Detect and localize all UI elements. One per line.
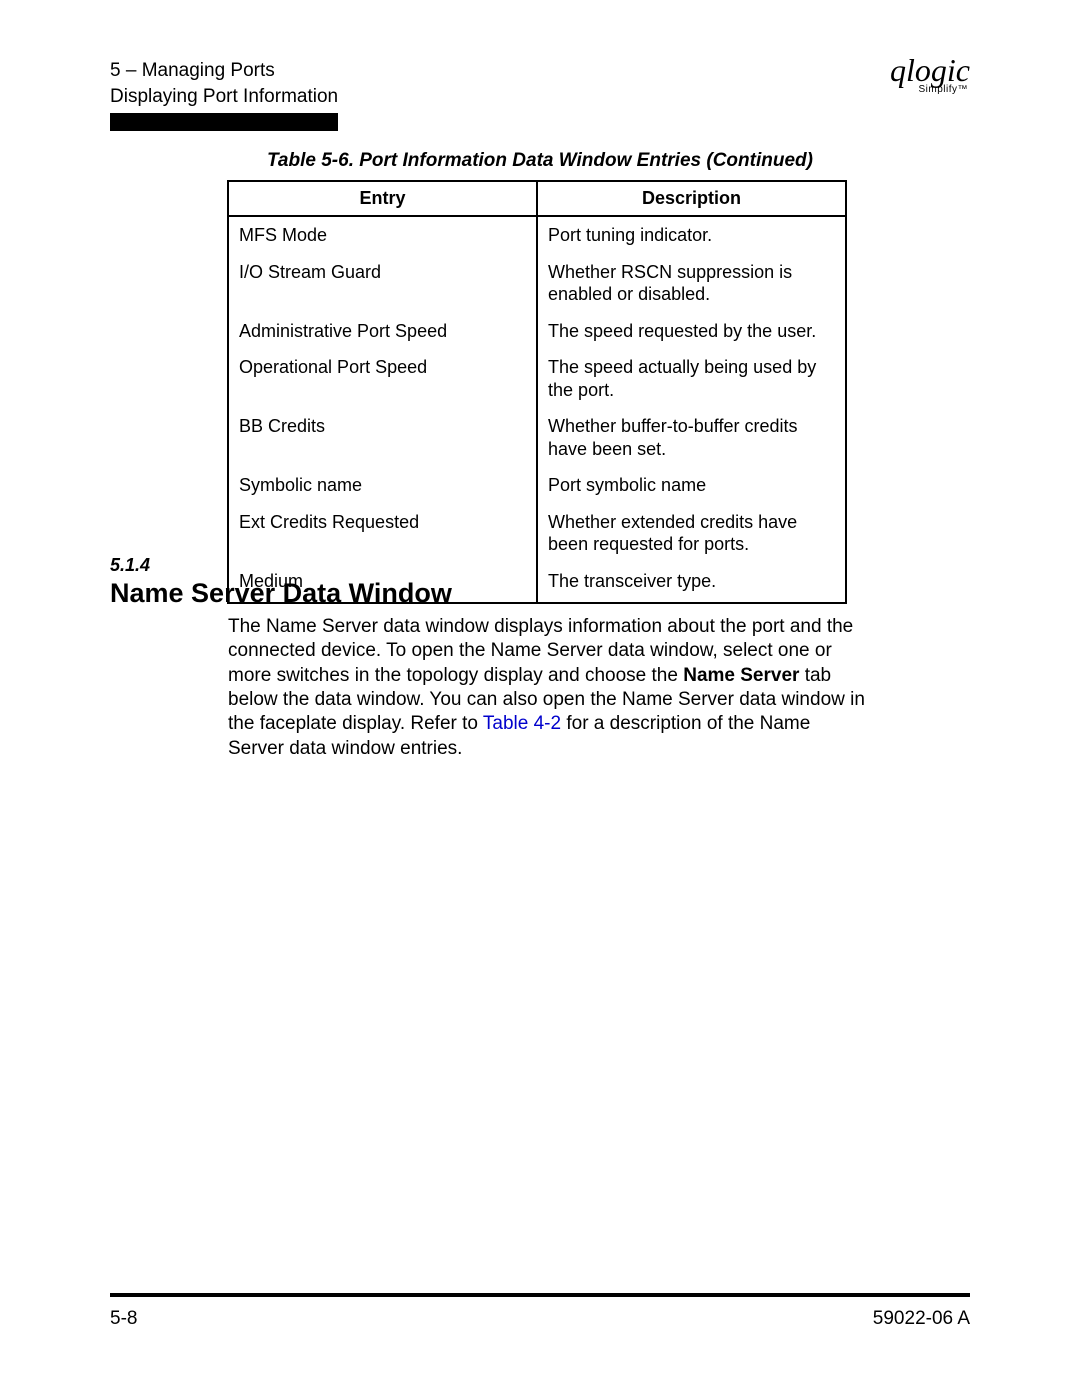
section-title: Name Server Data Window bbox=[110, 578, 865, 609]
header-subtitle: Displaying Port Information bbox=[110, 84, 970, 110]
table-cell-entry: Operational Port Speed bbox=[228, 349, 537, 408]
table-row: Symbolic name Port symbolic name bbox=[228, 467, 846, 504]
table-cell-entry: Administrative Port Speed bbox=[228, 313, 537, 350]
table-row: BB Credits Whether buffer-to-buffer cred… bbox=[228, 408, 846, 467]
header-rule-block bbox=[110, 113, 338, 131]
table-cell-description: Whether RSCN suppression is enabled or d… bbox=[537, 254, 846, 313]
section-body: The Name Server data window displays inf… bbox=[228, 615, 865, 761]
page-header: 5 – Managing Ports Displaying Port Infor… bbox=[110, 58, 970, 109]
brand-logo: qlogic Simplify™ bbox=[875, 54, 970, 95]
table-cell-entry: I/O Stream Guard bbox=[228, 254, 537, 313]
table-header-description: Description bbox=[537, 181, 846, 216]
table-header-entry: Entry bbox=[228, 181, 537, 216]
footer-doc-id: 59022-06 A bbox=[873, 1308, 970, 1330]
table-header-row: Entry Description bbox=[228, 181, 846, 216]
table-cell-description: Port tuning indicator. bbox=[537, 216, 846, 254]
section-number: 5.1.4 bbox=[110, 555, 865, 576]
port-info-table: Entry Description MFS Mode Port tuning i… bbox=[227, 180, 847, 604]
table-row: MFS Mode Port tuning indicator. bbox=[228, 216, 846, 254]
table-cell-entry: BB Credits bbox=[228, 408, 537, 467]
table-cell-description: The speed actually being used by the por… bbox=[537, 349, 846, 408]
table-row: Administrative Port Speed The speed requ… bbox=[228, 313, 846, 350]
table-cell-entry: Symbolic name bbox=[228, 467, 537, 504]
table-caption: Table 5-6. Port Information Data Window … bbox=[110, 150, 970, 172]
table-row: I/O Stream Guard Whether RSCN suppressio… bbox=[228, 254, 846, 313]
section-body-link[interactable]: Table 4-2 bbox=[483, 713, 561, 734]
table-cell-description: The speed requested by the user. bbox=[537, 313, 846, 350]
table-cell-description: Whether buffer-to-buffer credits have be… bbox=[537, 408, 846, 467]
footer-rule bbox=[110, 1293, 970, 1297]
footer-page-number: 5-8 bbox=[110, 1308, 137, 1330]
table-cell-entry: MFS Mode bbox=[228, 216, 537, 254]
brand-logo-script: qlogic bbox=[875, 54, 970, 86]
table-cell-description: Port symbolic name bbox=[537, 467, 846, 504]
section-body-bold: Name Server bbox=[683, 665, 799, 686]
header-chapter: 5 – Managing Ports bbox=[110, 58, 970, 84]
section-block: 5.1.4 Name Server Data Window The Name S… bbox=[110, 555, 865, 761]
table-row: Operational Port Speed The speed actuall… bbox=[228, 349, 846, 408]
table-row: Ext Credits Requested Whether extended c… bbox=[228, 504, 846, 563]
table-cell-description: Whether extended credits have been reque… bbox=[537, 504, 846, 563]
table-cell-entry: Ext Credits Requested bbox=[228, 504, 537, 563]
